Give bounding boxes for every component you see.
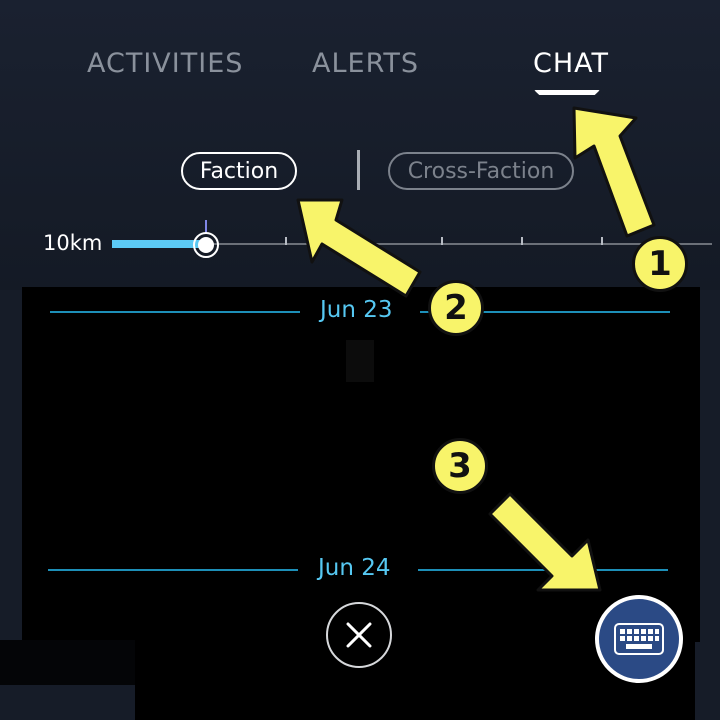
slider-tick (441, 237, 443, 245)
tab-chat[interactable]: CHAT (533, 48, 609, 79)
date-separator-line (48, 569, 298, 571)
date-separator-line (50, 311, 300, 313)
slider-tick (601, 237, 603, 245)
keyboard-button[interactable] (595, 595, 683, 683)
active-tab-indicator (534, 90, 600, 95)
slider-tick (363, 237, 365, 245)
faction-filter-button[interactable]: Faction (181, 152, 297, 190)
slider-handle-dot (198, 237, 214, 253)
range-slider-handle[interactable] (193, 232, 219, 258)
keyboard-icon (614, 623, 664, 655)
date-separator-line (418, 569, 668, 571)
slider-tick (521, 237, 523, 245)
date-separator-label: Jun 24 (318, 555, 391, 581)
tab-activities[interactable]: ACTIVITIES (87, 48, 243, 79)
tab-alerts[interactable]: ALERTS (312, 48, 419, 79)
header-background (0, 0, 720, 290)
annotation-badge-3: 3 (432, 438, 488, 494)
slider-tick (285, 237, 287, 245)
close-button[interactable] (326, 602, 392, 668)
chat-panel-bottom-left (0, 640, 135, 685)
annotation-badge-2: 2 (428, 280, 484, 336)
placeholder-block (346, 340, 374, 382)
range-label: 10km (43, 231, 103, 255)
date-separator-label: Jun 23 (320, 297, 393, 323)
filter-divider (357, 150, 360, 190)
annotation-badge-1: 1 (632, 236, 688, 292)
close-icon (346, 622, 372, 648)
cross-faction-filter-button[interactable]: Cross-Faction (388, 152, 574, 190)
